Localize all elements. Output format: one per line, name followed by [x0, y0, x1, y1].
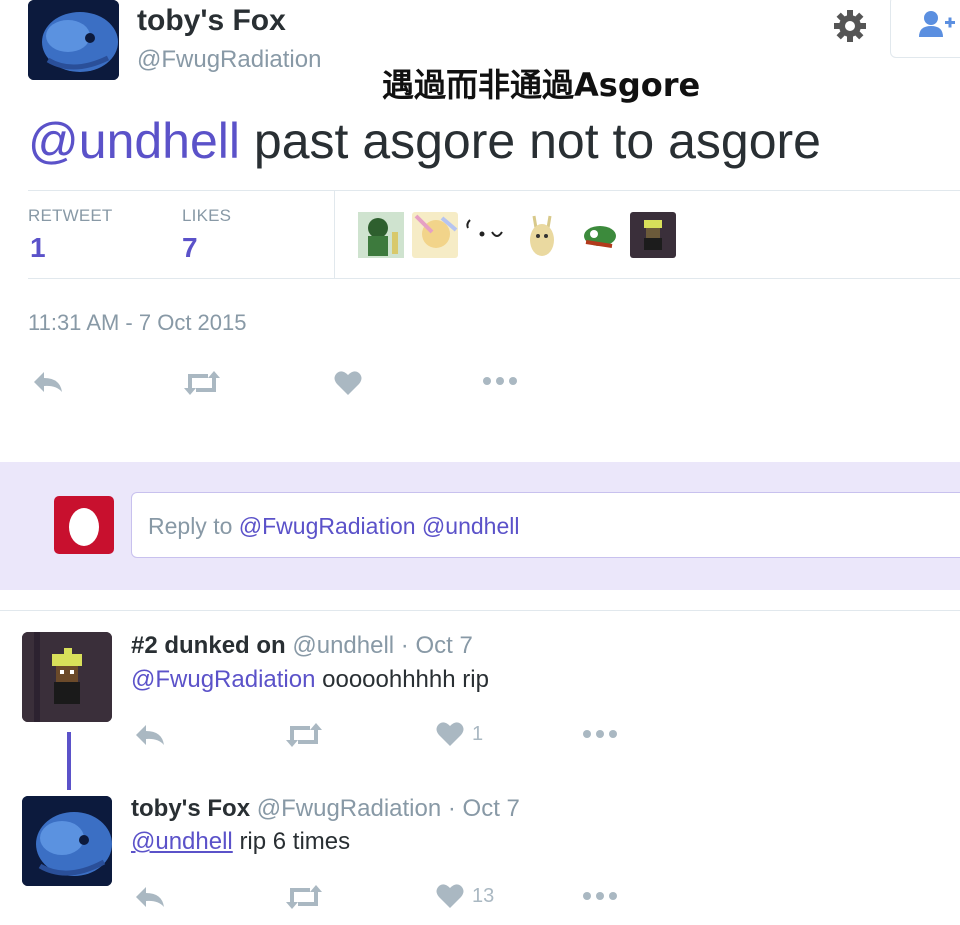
likes-count[interactable]: 7	[182, 232, 198, 264]
reply-date[interactable]: · Oct 7	[448, 795, 520, 822]
liker-avatar[interactable]	[412, 212, 458, 258]
reply-placeholder: Reply to @FwugRadiation @undhell	[148, 513, 519, 540]
follow-button[interactable]	[890, 0, 960, 58]
heart-icon	[436, 722, 464, 746]
like-button[interactable]: 1	[436, 721, 483, 747]
stats-vertical-divider	[334, 190, 335, 278]
reply-header: #2 dunked on @undhell · Oct 7	[131, 632, 473, 660]
reply-text: @undhell rip 6 times	[131, 828, 350, 856]
thread-connector-line	[67, 732, 71, 790]
retweet-icon	[184, 371, 220, 395]
reply-prefix: Reply to	[148, 513, 233, 539]
add-user-icon	[919, 11, 955, 37]
retweet-label: RETWEET	[28, 206, 113, 225]
retweet-button[interactable]	[284, 722, 324, 748]
egg-icon	[69, 508, 99, 546]
reply-mention-link[interactable]: @undhell	[131, 828, 233, 855]
stats-top-divider	[28, 190, 960, 191]
author-name[interactable]: toby's Fox	[137, 4, 286, 38]
more-icon	[583, 892, 617, 900]
liker-avatar[interactable]	[630, 212, 676, 258]
heart-icon	[334, 371, 362, 395]
likes-label: LIKES	[182, 206, 232, 225]
author-avatar[interactable]	[28, 0, 119, 80]
liker-avatar[interactable]	[462, 212, 508, 258]
reply-author-avatar[interactable]	[22, 632, 112, 722]
retweet-icon	[286, 723, 322, 747]
tweet-text: @undhell past asgore not to asgore	[28, 112, 821, 170]
reply-button[interactable]	[32, 370, 64, 394]
liker-avatar[interactable]	[576, 212, 622, 258]
tweet-body: past asgore not to asgore	[253, 113, 821, 169]
composer-bottom-divider	[0, 610, 960, 611]
more-icon	[583, 730, 617, 738]
liker-avatar[interactable]	[520, 212, 566, 258]
current-user-avatar	[54, 496, 114, 554]
tweet-mention-link[interactable]: @undhell	[28, 113, 240, 169]
stats-bottom-divider	[28, 278, 960, 279]
retweet-button[interactable]	[284, 884, 324, 910]
reply-icon	[136, 887, 164, 907]
reply-body: ooooohhhhh rip	[322, 666, 489, 693]
reply-date[interactable]: · Oct 7	[401, 632, 473, 659]
reply-button[interactable]	[134, 723, 166, 747]
reply-button[interactable]	[134, 885, 166, 909]
author-handle[interactable]: @FwugRadiation	[137, 46, 321, 74]
reply-icon	[34, 372, 62, 392]
reply-author-avatar[interactable]	[22, 796, 112, 886]
retweet-count[interactable]: 1	[30, 232, 46, 264]
reply-input[interactable]: Reply to @FwugRadiation @undhell	[131, 492, 960, 558]
like-count: 1	[472, 722, 484, 745]
like-button[interactable]: 13	[436, 883, 494, 909]
like-count: 13	[472, 884, 495, 907]
reply-author-name[interactable]: #2 dunked on	[131, 632, 286, 659]
heart-icon	[436, 884, 464, 908]
reply-author-handle[interactable]: @undhell	[292, 632, 394, 659]
overlay-caption: 遇過而非通過Asgore	[382, 66, 701, 104]
reply-author-handle[interactable]: @FwugRadiation	[257, 795, 441, 822]
reply-header: toby's Fox @FwugRadiation · Oct 7	[131, 795, 520, 823]
more-button[interactable]	[582, 729, 618, 739]
reply-mentions: @FwugRadiation @undhell	[238, 513, 520, 539]
reply-mention-link[interactable]: @FwugRadiation	[131, 666, 315, 693]
like-button[interactable]	[334, 370, 362, 396]
more-icon	[483, 377, 517, 385]
reply-icon	[136, 725, 164, 745]
more-button[interactable]	[582, 891, 618, 901]
liker-avatar[interactable]	[358, 212, 404, 258]
more-button[interactable]	[482, 376, 518, 386]
retweet-icon	[286, 885, 322, 909]
retweet-button[interactable]	[182, 370, 222, 396]
reply-text: @FwugRadiation ooooohhhhh rip	[131, 666, 489, 694]
reply-body: rip 6 times	[239, 828, 351, 855]
settings-gear-icon[interactable]	[832, 8, 868, 44]
tweet-timestamp[interactable]: 11:31 AM - 7 Oct 2015	[28, 310, 247, 336]
reply-author-name[interactable]: toby's Fox	[131, 795, 250, 822]
